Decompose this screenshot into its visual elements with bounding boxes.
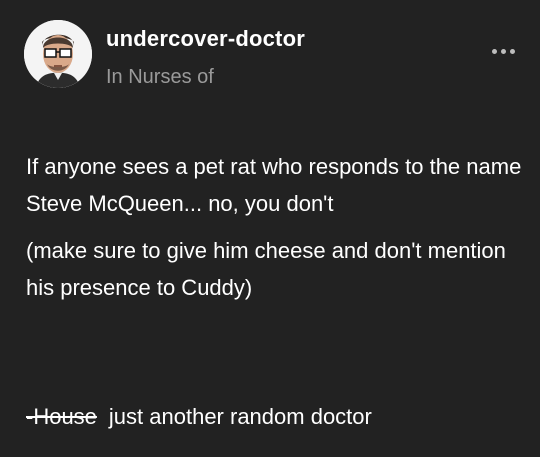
post-signoff: -House just another random doctor bbox=[26, 404, 372, 430]
struck-signature: -House bbox=[26, 404, 97, 429]
post-paragraph: If anyone sees a pet rat who responds to… bbox=[26, 154, 522, 216]
doctor-avatar-icon[interactable] bbox=[24, 20, 92, 88]
post-body: If anyone sees a pet rat who responds to… bbox=[26, 148, 526, 306]
post-context[interactable]: In Nurses of bbox=[106, 66, 214, 89]
ellipsis-icon[interactable] bbox=[486, 40, 520, 62]
post-card: undercover-doctor In Nurses of If anyone… bbox=[0, 0, 540, 457]
post-header: undercover-doctor In Nurses of bbox=[0, 0, 540, 118]
post-author-username[interactable]: undercover-doctor bbox=[106, 26, 305, 52]
post-paragraph: (make sure to give him cheese and don't … bbox=[26, 238, 506, 300]
signoff-text: just another random doctor bbox=[108, 404, 372, 429]
ellipsis-dot bbox=[500, 48, 506, 54]
ellipsis-dot bbox=[509, 48, 515, 54]
ellipsis-dot bbox=[491, 48, 497, 54]
